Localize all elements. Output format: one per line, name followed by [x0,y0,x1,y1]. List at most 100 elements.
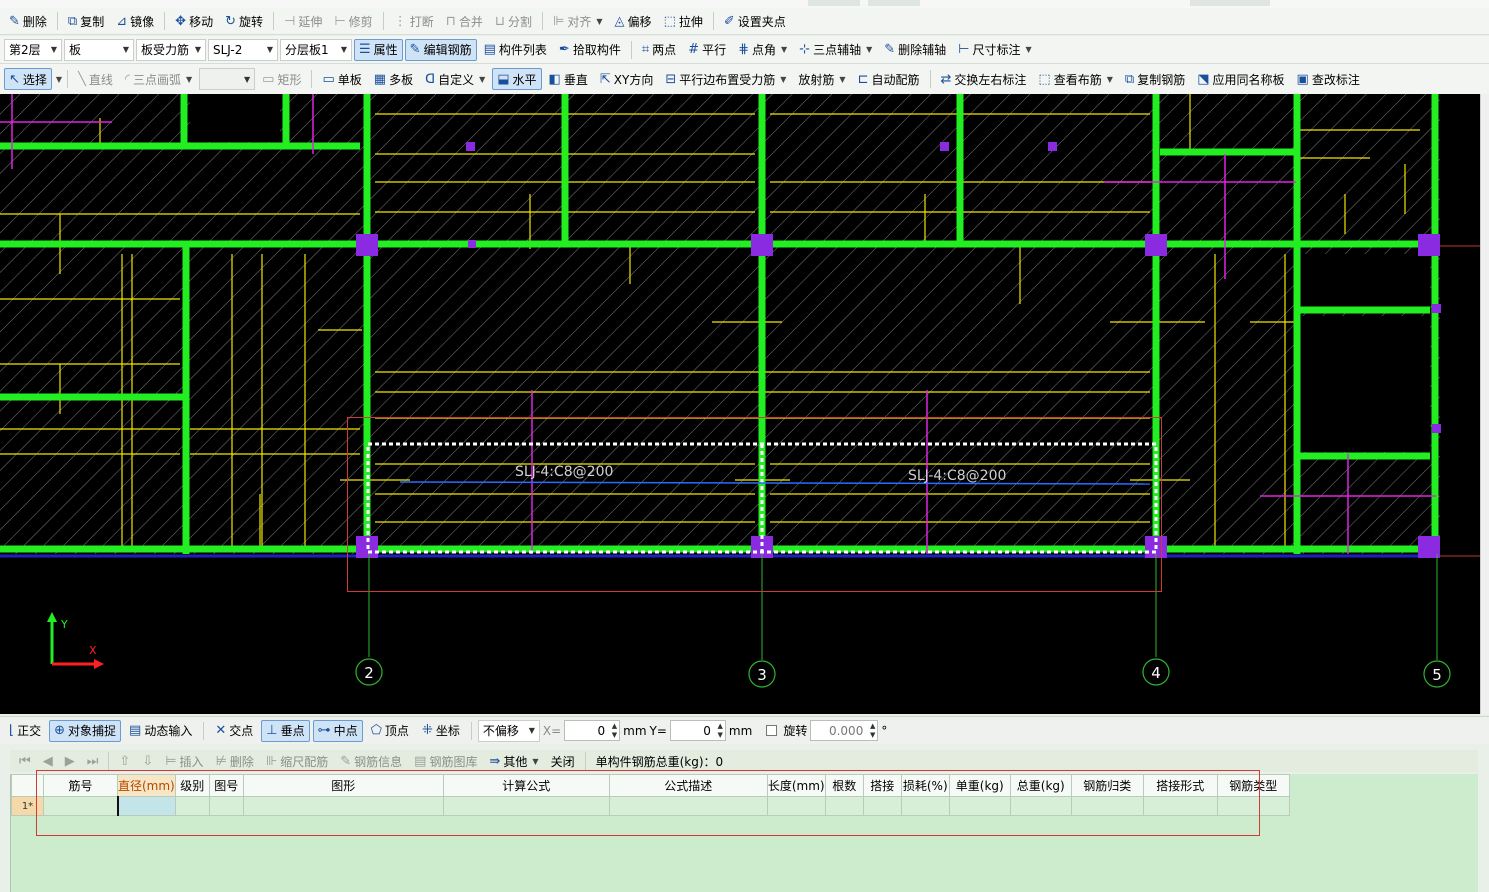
move-up-button[interactable]: ⇧ [114,751,135,771]
component-list-button[interactable]: ▤ 构件列表 [479,39,552,61]
rotate-input[interactable]: 0.000 ▲ ▼ [810,720,879,741]
dimension-button[interactable]: ⊢ 尺寸标注 ▼ [953,39,1037,61]
swap-label-button[interactable]: ⇄ 交换左右标注 [936,68,1032,90]
column-header[interactable]: 级别 [174,774,210,797]
vertical-scrollbar[interactable] [1480,94,1489,714]
two-points-button[interactable]: ⌗ 两点 [637,39,681,61]
offset-mode-select[interactable]: 不偏移 ▼ [477,719,540,742]
table-cell[interactable] [242,796,444,816]
view-layout-button[interactable]: ⬚ 查看布筋 ▼ [1033,68,1117,90]
auto-rebar-button[interactable]: ⊏ 自动配筋 [853,68,925,90]
column-header[interactable]: 长度(mm) [766,774,826,797]
stretch-button[interactable]: ⬚ 拉伸 [659,10,708,32]
column-header[interactable]: 钢筋归类 [1070,774,1144,797]
spinner-icon[interactable]: ▲ ▼ [612,722,617,740]
column-header[interactable]: 根数 [824,774,864,797]
rebar-label-right[interactable]: SLJ-4:C8@200 [908,468,1006,484]
select-button[interactable]: ↖ 选择 [4,68,52,90]
column-header[interactable]: 总重(kg) [1009,774,1072,797]
table-cell[interactable] [1009,796,1072,816]
spinner-icon[interactable]: ▲ ▼ [870,722,875,740]
insert-button[interactable]: ⊨ 插入 [160,751,208,771]
vertical-button[interactable]: ◧ 垂直 [544,68,593,90]
table-cell[interactable] [862,796,902,816]
table-cell-active[interactable] [116,796,176,816]
drawing-canvas[interactable]: 2 3 4 5 SLJ-4:C8@200 SLJ-4:C8@200 Y X [0,94,1480,714]
shape-select[interactable]: ▼ [199,68,256,90]
y-input[interactable]: 0 ▲ ▼ [669,720,726,741]
line-button[interactable]: ╲ 直线 [73,68,118,90]
column-header[interactable]: 直径(mm) [117,774,176,797]
rebar-library-button[interactable]: ▤ 钢筋图库 [409,751,482,771]
horizontal-button[interactable]: ⬓ 水平 [492,68,542,90]
copy-rebar-button[interactable]: ⧉ 复制钢筋 [1120,68,1190,90]
table-cell[interactable] [948,796,1011,816]
check-label-button[interactable]: ▣ 查改标注 [1292,68,1365,90]
copy-button[interactable]: ⧉ 复制 [63,10,109,32]
column-header[interactable]: 搭接形式 [1142,774,1218,797]
mirror-button[interactable]: ⊿ 镜像 [111,10,159,32]
top-tab[interactable] [868,0,920,6]
xy-direction-button[interactable]: ⇱ XY方向 [595,68,658,90]
three-point-arc-button[interactable]: ◜ 三点画弧 ▼ [120,68,197,90]
spinner-icon[interactable]: ▲ ▼ [718,722,723,740]
three-point-axis-button[interactable]: ⊹ 三点辅轴 ▼ [794,39,877,61]
ortho-button[interactable]: ⌊ 正交 [4,720,46,742]
table-cell[interactable] [208,796,244,816]
column-header[interactable]: 计算公式 [442,774,610,797]
table-row[interactable]: 1* [11,796,1290,816]
edit-rebar-button[interactable]: ✎ 编辑钢筋 [404,38,477,61]
subtype-select[interactable]: 板受力筋 ▼ [136,38,206,61]
column-header[interactable]: 图形 [242,774,444,797]
rebar-label-left[interactable]: SLJ-4:C8@200 [515,464,613,480]
pick-component-button[interactable]: ✒ 拾取构件 [554,39,626,61]
scale-rebar-button[interactable]: ⊪ 缩尺配筋 [261,751,333,771]
column-header[interactable]: 图号 [208,774,244,797]
column-header[interactable]: 搭接 [862,774,902,797]
delete-row-button[interactable]: ⊭ 删除 [211,751,259,771]
merge-button[interactable]: ⊓ 合并 [441,10,488,32]
radial-button[interactable]: 放射筋 ▼ [793,68,850,90]
layer-select[interactable]: 分层板1 ▼ [280,38,352,61]
column-header[interactable]: 损耗(%) [900,774,950,797]
delete-button[interactable]: ✎ 删除 [4,10,52,32]
intersection-snap[interactable]: ✕ 交点 [210,720,258,742]
rebar-grid[interactable]: 筋号 直径(mm) 级别 图号 图形 计算公式 公式描述 长度(mm) 根数 搭… [10,774,1478,892]
table-cell[interactable] [1070,796,1144,816]
table-cell[interactable] [174,796,210,816]
rotate-checkbox[interactable] [766,725,778,736]
properties-button[interactable]: ☰ 属性 [354,38,403,61]
table-cell[interactable] [1142,796,1218,816]
first-record-button[interactable]: ⏮ [14,751,36,771]
perpendicular-snap[interactable]: ⊥ 垂点 [261,719,310,742]
delete-axis-button[interactable]: ✎ 删除辅轴 [879,39,951,61]
coordinate-snap[interactable]: ⁜ 坐标 [417,720,465,742]
next-record-button[interactable]: ▶ [60,751,80,771]
close-button[interactable]: 关闭 [546,751,580,771]
rectangle-button[interactable]: ▭ 矩形 [257,68,306,90]
vertex-snap[interactable]: ⬠ 顶点 [366,720,414,742]
column-header[interactable]: 筋号 [43,774,118,797]
top-tab[interactable] [808,0,860,6]
set-grip-button[interactable]: ✐ 设置夹点 [719,10,791,32]
split-button[interactable]: ⊔ 分割 [490,10,537,32]
table-cell[interactable] [1216,796,1290,816]
chevron-down-icon[interactable]: ▼ [56,75,62,84]
parallel-edge-button[interactable]: ⊟ 平行边布置受力筋 ▼ [660,68,791,90]
move-button[interactable]: ✥ 移动 [170,10,218,32]
last-record-button[interactable]: ⏭ [82,751,104,771]
table-cell[interactable] [442,796,610,816]
table-cell[interactable] [824,796,864,816]
rebar-info-button[interactable]: ✎ 钢筋信息 [335,751,407,771]
column-header[interactable]: 公式描述 [608,774,768,797]
object-snap-button[interactable]: ⊕ 对象捕捉 [49,719,122,742]
top-tab[interactable] [1190,0,1270,6]
offset-button[interactable]: ◬ 偏移 [610,10,657,32]
midpoint-snap[interactable]: ⊶ 中点 [312,719,363,742]
trim-button[interactable]: ⊢ 修剪 [329,10,377,32]
custom-button[interactable]: ᗡ 自定义 ▼ [420,68,490,90]
x-input[interactable]: 0 ▲ ▼ [564,720,621,741]
rotate-button[interactable]: ↻ 旋转 [220,10,268,32]
other-button[interactable]: ⇛ 其他 ▼ [484,751,543,771]
single-slab-button[interactable]: ▭ 单板 [317,68,366,90]
